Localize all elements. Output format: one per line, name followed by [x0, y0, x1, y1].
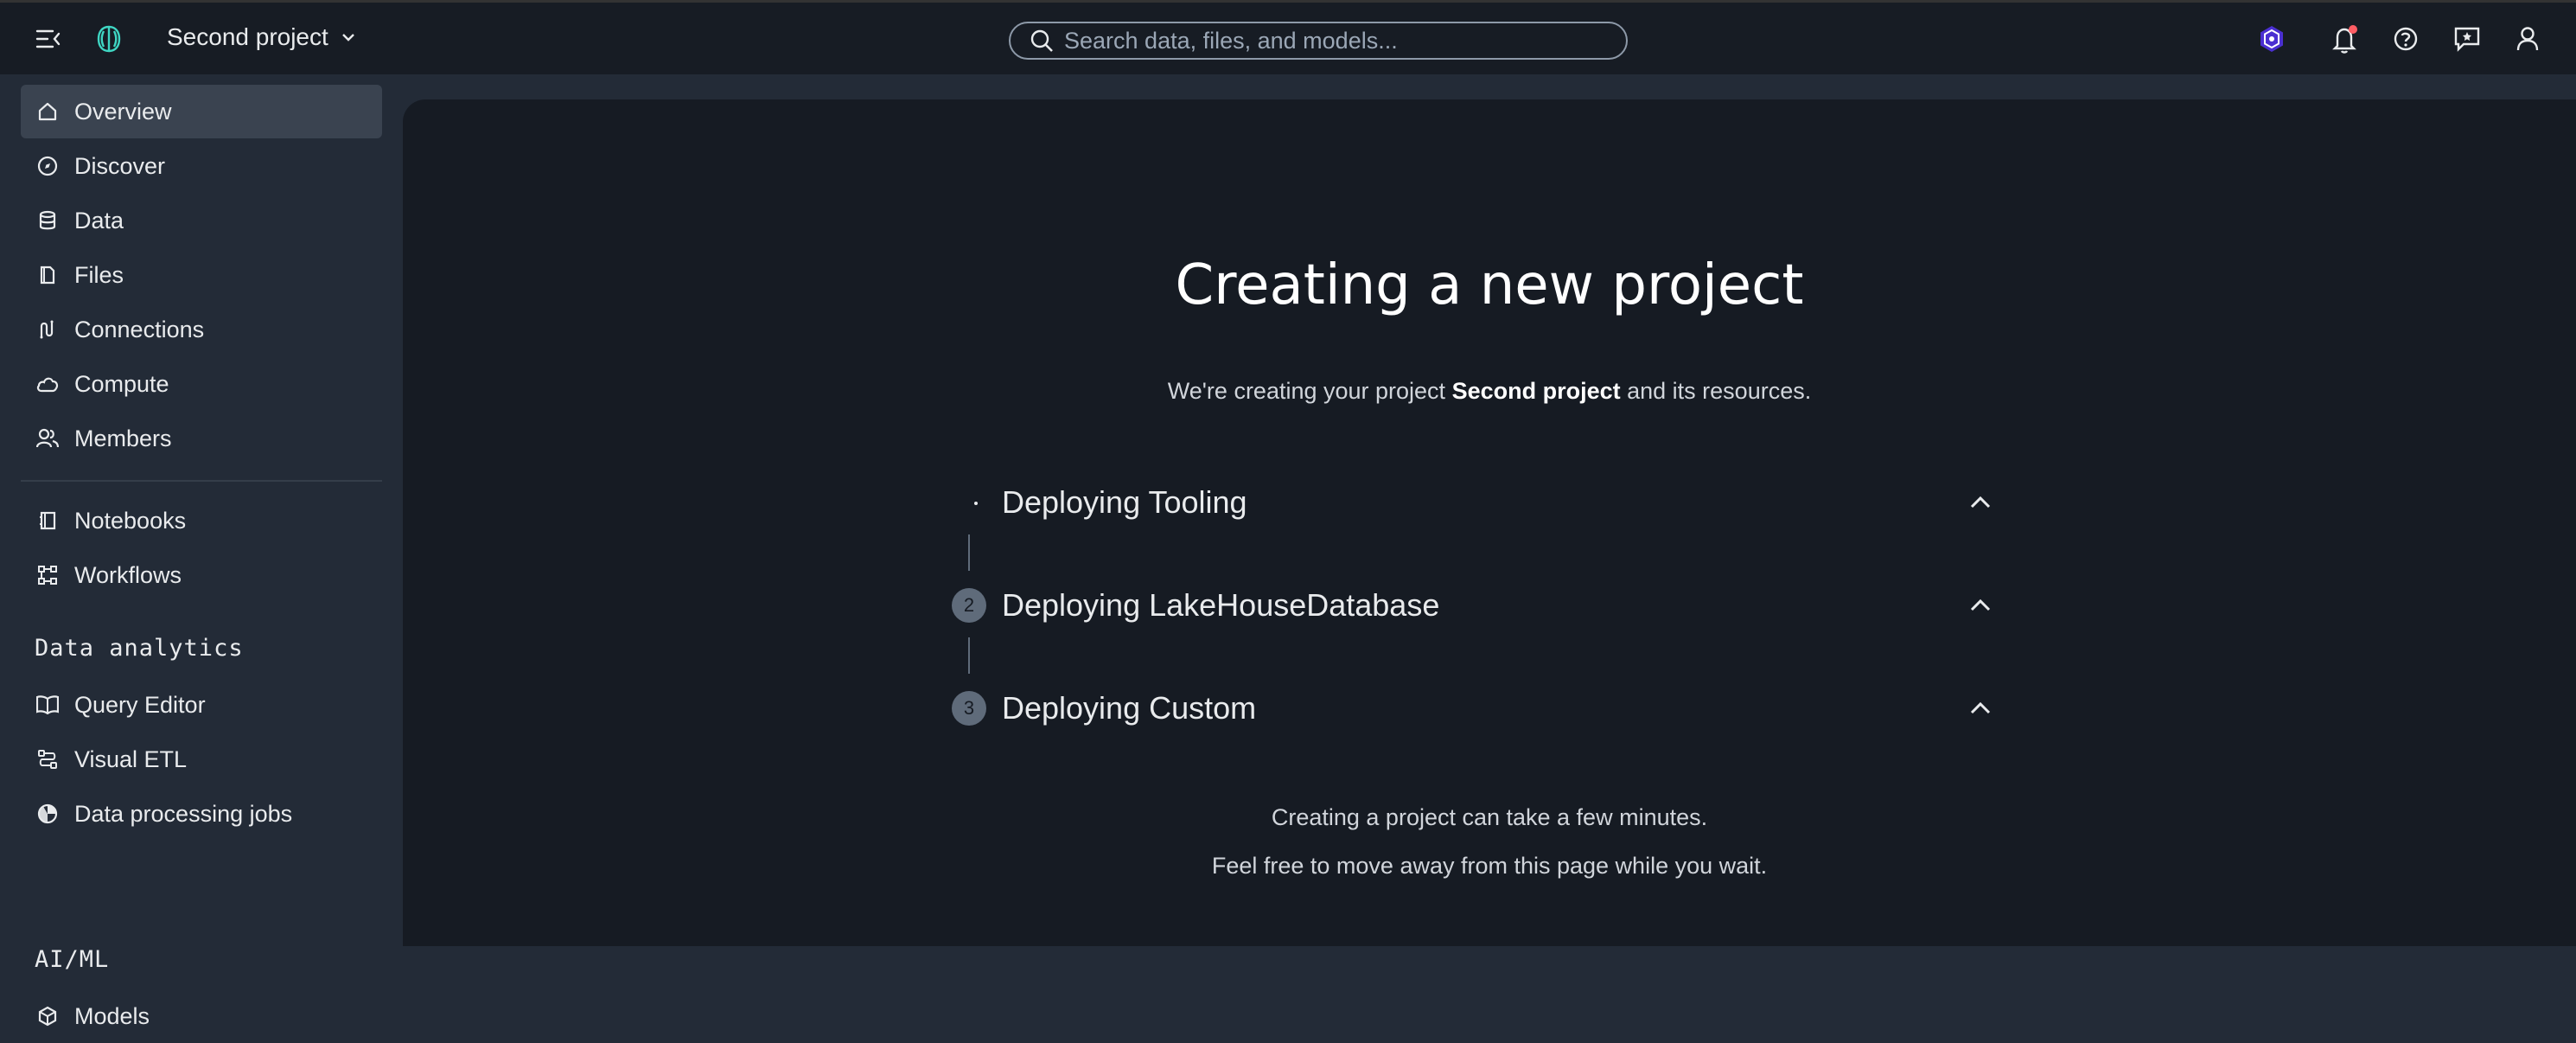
sidebar-item-label: Discover	[74, 152, 166, 179]
sidebar-divider	[21, 480, 382, 482]
step-deploying-lakehousedatabase[interactable]: 2 Deploying LakeHouseDatabase	[952, 584, 2015, 627]
info-text-duration: Creating a project can take a few minute…	[1271, 804, 1708, 830]
step-number-badge: 2	[952, 588, 986, 623]
home-icon	[36, 100, 59, 123]
sidebar: Overview Discover Data Files Connections…	[0, 74, 403, 1029]
subtitle-prefix: We're creating your project	[1167, 378, 1452, 404]
sidebar-item-label: Compute	[74, 370, 169, 397]
sidebar-item-discover[interactable]: Discover	[21, 139, 382, 193]
sidebar-item-label: Data	[74, 207, 124, 234]
step-connector	[968, 534, 970, 571]
sidebar-item-notebooks[interactable]: Notebooks	[21, 494, 382, 547]
project-selector[interactable]: Second project	[167, 23, 356, 51]
search-bar[interactable]	[1009, 22, 1628, 60]
search-icon	[1030, 29, 1054, 53]
book-icon	[36, 694, 59, 716]
project-name: Second project	[167, 23, 328, 50]
sidebar-item-files[interactable]: Files	[21, 248, 382, 302]
sidebar-item-label: Notebooks	[74, 507, 187, 534]
sidebar-item-workflows[interactable]: Workflows	[21, 548, 382, 602]
page-title: Creating a new project	[1175, 253, 1804, 317]
info-text-move-away: Feel free to move away from this page wh…	[1211, 853, 1768, 879]
collapse-menu-icon[interactable]	[31, 22, 66, 56]
step-deploying-tooling[interactable]: Deploying Tooling	[952, 481, 2015, 524]
section-aiml: AI/ML	[35, 946, 110, 973]
sidebar-item-label: Models	[74, 1002, 150, 1029]
feedback-icon[interactable]	[2450, 22, 2484, 56]
sidebar-item-data-processing-jobs[interactable]: Data processing jobs	[21, 787, 382, 841]
app-logo-icon[interactable]	[92, 22, 126, 56]
user-profile-icon[interactable]	[2510, 22, 2545, 56]
chevron-down-icon	[341, 32, 356, 42]
users-icon	[36, 427, 59, 450]
chevron-up-icon[interactable]	[1963, 691, 1998, 726]
sidebar-item-query-editor[interactable]: Query Editor	[21, 678, 382, 732]
file-icon	[36, 264, 59, 286]
sidebar-item-label: Members	[74, 425, 172, 451]
sidebar-item-label: Connections	[74, 316, 205, 342]
sidebar-item-members[interactable]: Members	[21, 412, 382, 465]
sidebar-item-compute[interactable]: Compute	[21, 357, 382, 411]
subtitle-project-name: Second project	[1451, 378, 1621, 404]
compass-icon	[36, 155, 59, 177]
sidebar-item-models[interactable]: Models	[21, 989, 382, 1043]
page-subtitle: We're creating your project Second proje…	[403, 378, 2576, 405]
notebook-icon	[36, 509, 59, 532]
subtitle-suffix: and its resources.	[1620, 378, 1812, 404]
cube-icon	[36, 1005, 59, 1027]
chevron-up-icon[interactable]	[1963, 485, 1998, 520]
sidebar-item-label: Visual ETL	[74, 745, 188, 772]
section-data-analytics: Data analytics	[35, 635, 244, 662]
workflow-icon	[36, 564, 59, 586]
top-bar: Second project	[0, 0, 2576, 74]
connections-icon	[36, 318, 59, 341]
sidebar-item-data[interactable]: Data	[21, 194, 382, 247]
step-label: Deploying Tooling	[1002, 484, 1247, 520]
sidebar-item-overview[interactable]: Overview	[21, 85, 382, 138]
pie-icon	[36, 803, 59, 825]
step-label: Deploying Custom	[1002, 690, 1257, 726]
etl-icon	[36, 748, 59, 771]
notifications-icon[interactable]	[2328, 22, 2362, 56]
cloud-icon	[36, 373, 59, 395]
amazon-q-icon[interactable]	[2254, 22, 2289, 56]
search-input[interactable]	[1064, 27, 1600, 54]
sidebar-item-label: Overview	[74, 98, 172, 125]
step-deploying-custom[interactable]: 3 Deploying Custom	[952, 687, 2015, 730]
sidebar-item-connections[interactable]: Connections	[21, 303, 382, 356]
step-connector	[968, 637, 970, 674]
sidebar-item-visual-etl[interactable]: Visual ETL	[21, 733, 382, 786]
sidebar-item-label: Data processing jobs	[74, 800, 293, 827]
sidebar-item-label: Files	[74, 261, 124, 288]
step-number-badge: 3	[952, 691, 986, 726]
help-icon[interactable]	[2388, 22, 2423, 56]
sidebar-item-label: Workflows	[74, 561, 182, 588]
database-icon	[36, 209, 59, 232]
step-label: Deploying LakeHouseDatabase	[1002, 587, 1440, 623]
sidebar-item-label: Query Editor	[74, 691, 206, 718]
loading-spinner-icon	[957, 500, 981, 507]
chevron-up-icon[interactable]	[1963, 588, 1998, 623]
